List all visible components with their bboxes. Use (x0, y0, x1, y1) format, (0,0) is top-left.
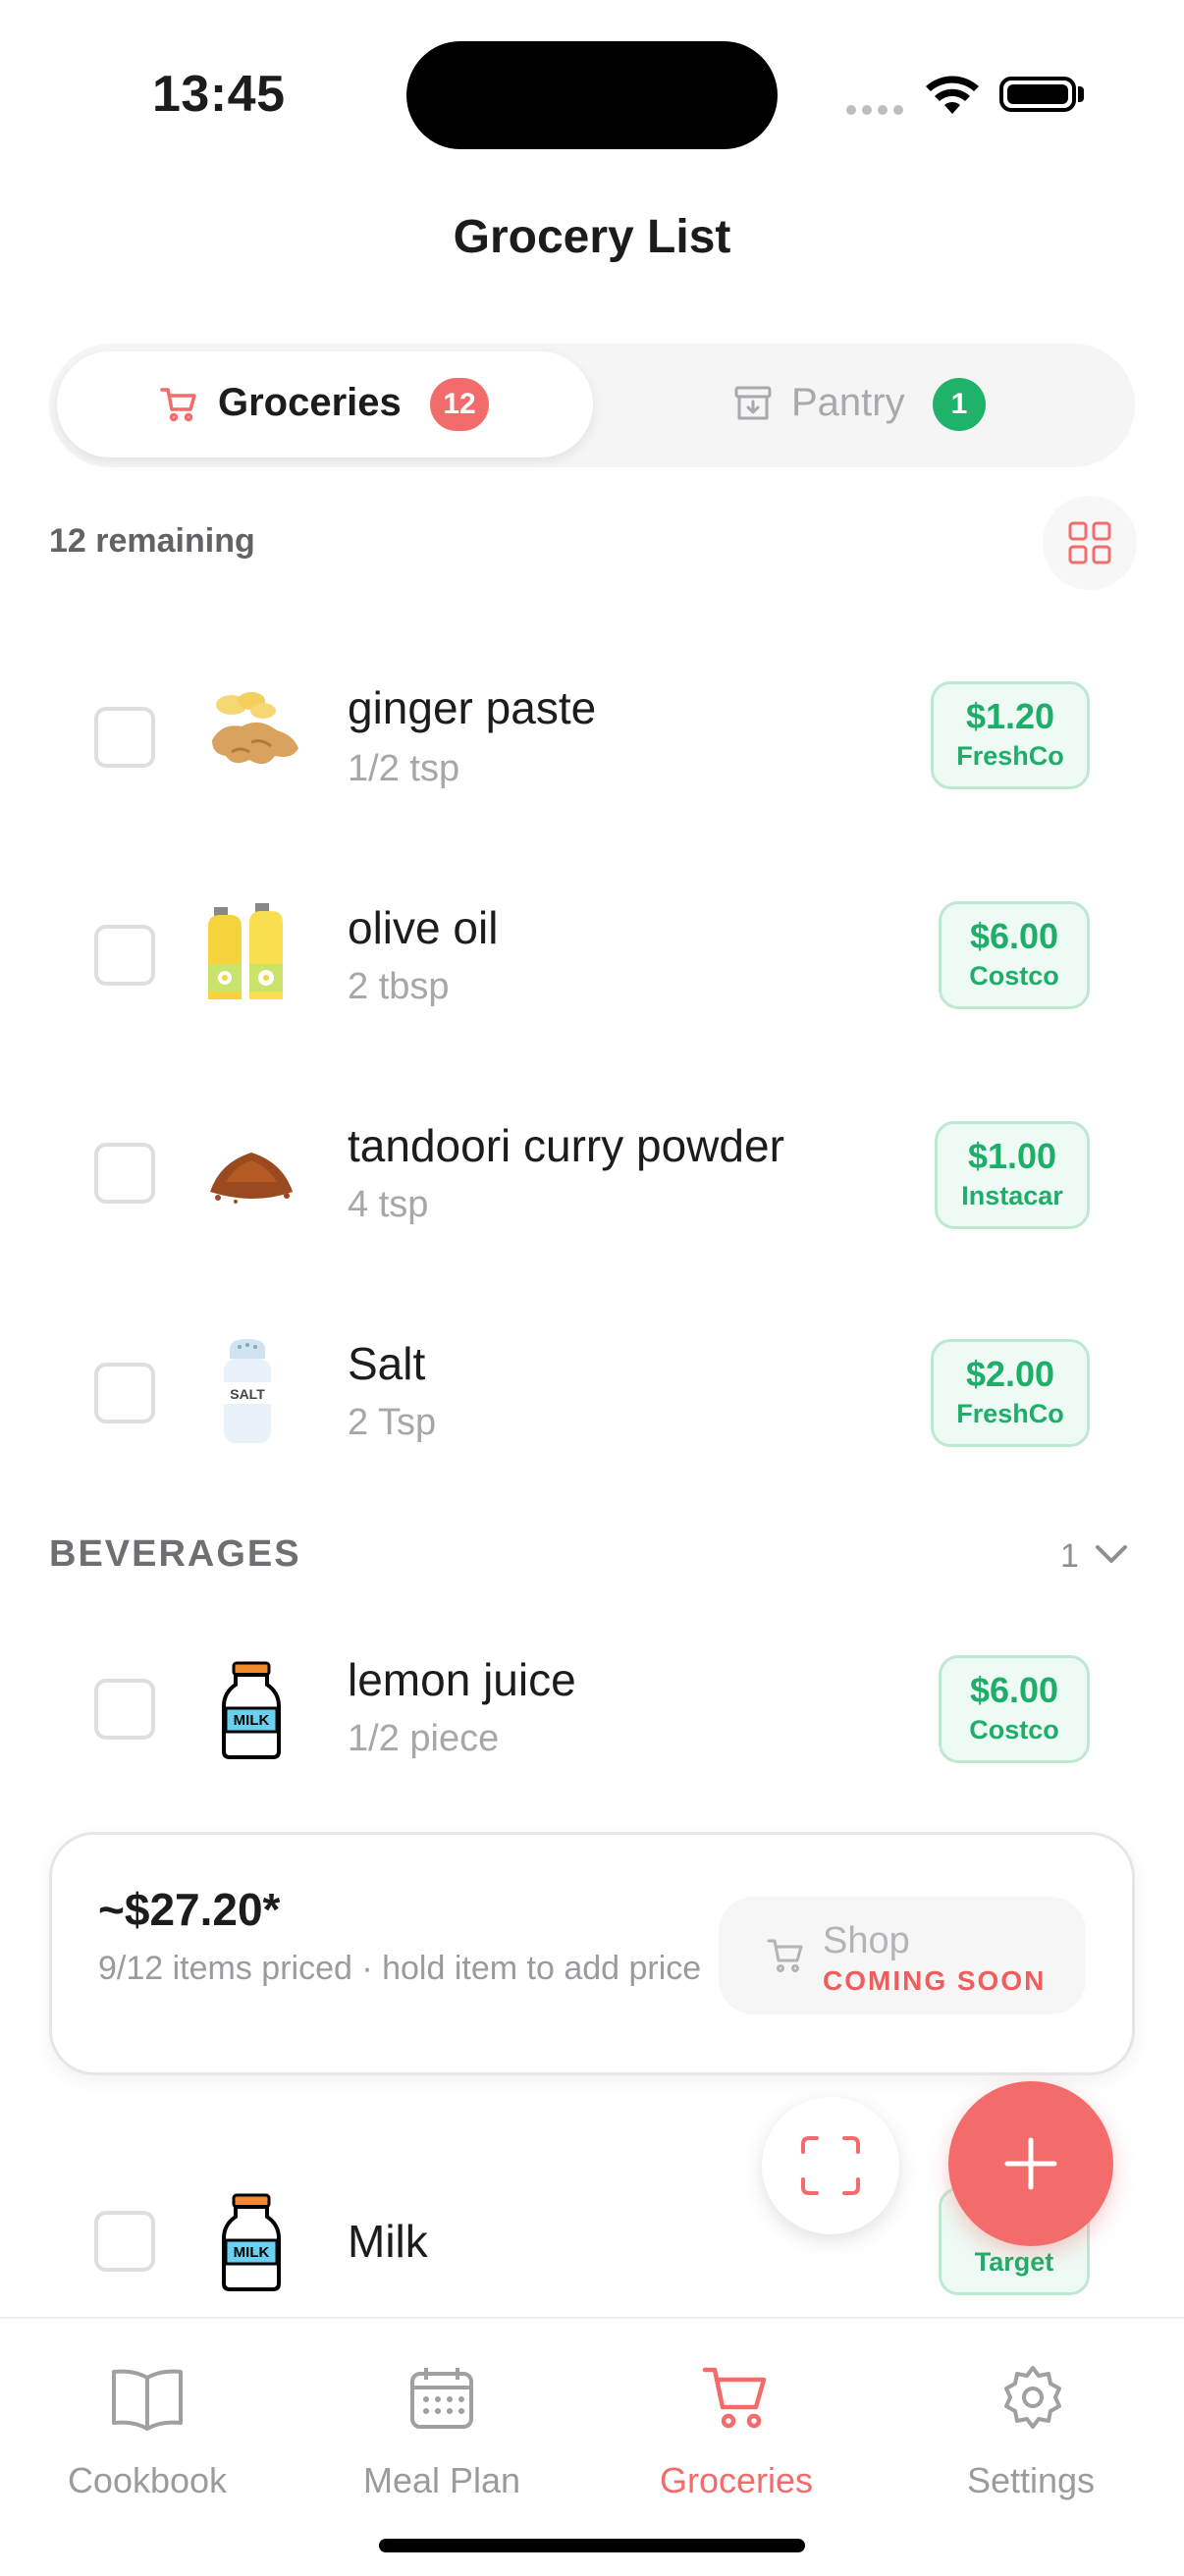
item-name: Milk (348, 2216, 428, 2267)
spice-powder-icon (206, 1139, 296, 1212)
price-value: $2.00 (965, 1354, 1055, 1394)
pricing-note: 9/12 items priced · hold item to add pri… (98, 1950, 702, 1987)
item-name: lemon juice (348, 1654, 576, 1705)
milk-bottle-icon: MILK (222, 1661, 281, 1759)
price-value: $1.20 (965, 696, 1055, 736)
item-name: Salt (348, 1338, 426, 1389)
price-store: Target (974, 2247, 1054, 2277)
wifi-icon (925, 75, 980, 121)
item-quantity: 4 tsp (348, 1184, 429, 1225)
item-quantity: 1/2 tsp (348, 748, 460, 789)
calendar-icon (410, 2368, 473, 2429)
tab-groceries-nav-label: Groceries (659, 2460, 814, 2500)
bottle-label: MILK (233, 2244, 270, 2261)
tab-meal-plan-label: Meal Plan (362, 2460, 521, 2500)
price-store: Costco (969, 1715, 1059, 1744)
cart-icon (159, 385, 198, 429)
price-value: $1.00 (967, 1136, 1057, 1176)
bottle-label: MILK (233, 1712, 270, 1729)
shop-label: Shop (823, 1920, 910, 1961)
coming-soon-label: COMING SOON (823, 1965, 1047, 1996)
item-name: tandoori curry powder (348, 1120, 784, 1171)
tab-pantry[interactable]: Pantry (791, 381, 905, 425)
tab-cookbook[interactable]: Cookbook (0, 2356, 295, 2513)
section-title: BEVERAGES (49, 1533, 301, 1575)
estimated-total: ~$27.20* (98, 1884, 281, 1935)
groceries-count-badge: 12 (430, 378, 489, 431)
battery-cap (1078, 86, 1084, 102)
price-tag[interactable]: $6.00 Costco (939, 1655, 1090, 1763)
tab-groceries-nav[interactable]: Groceries (589, 2356, 884, 2513)
tab-groceries-label: Groceries (218, 381, 402, 424)
section-count: 1 (1060, 1537, 1079, 1575)
item-quantity: 1/2 piece (348, 1718, 500, 1759)
price-store: Instacar (961, 1181, 1063, 1210)
ginger-icon (202, 683, 300, 786)
grid-view-button[interactable] (1043, 496, 1137, 590)
dynamic-island (406, 41, 778, 149)
remaining-count: 12 remaining (49, 522, 255, 560)
book-icon (112, 2369, 183, 2431)
price-tag[interactable]: $1.20 FreshCo (931, 681, 1090, 789)
item-checkbox[interactable] (94, 1679, 155, 1740)
item-checkbox[interactable] (94, 1363, 155, 1423)
price-store: FreshCo (956, 741, 1064, 771)
price-tag[interactable]: $6.00 Costco (939, 901, 1090, 1009)
item-quantity: 2 Tsp (348, 1402, 437, 1443)
item-name: ginger paste (348, 682, 597, 733)
item-name: olive oil (348, 902, 499, 953)
page-title: Grocery List (453, 211, 731, 263)
price-value: $6.00 (969, 916, 1059, 956)
item-quantity: 2 tbsp (348, 966, 450, 1007)
olive-oil-icon (202, 903, 300, 1010)
home-indicator (379, 2539, 805, 2552)
scan-button[interactable] (762, 2097, 899, 2234)
tab-meal-plan[interactable]: Meal Plan (295, 2356, 589, 2513)
salt-shaker-icon: SALT (218, 1339, 277, 1447)
shop-cart-icon (766, 1936, 805, 1980)
gear-icon (1004, 2366, 1061, 2429)
price-store: FreshCo (956, 1399, 1064, 1428)
tab-cookbook-label: Cookbook (67, 2460, 228, 2500)
price-value: $6.00 (969, 1670, 1059, 1710)
add-item-button[interactable] (948, 2081, 1113, 2246)
tab-settings-label: Settings (966, 2460, 1096, 2500)
battery-icon (999, 77, 1076, 112)
item-checkbox[interactable] (94, 1143, 155, 1204)
chevron-down-icon[interactable] (1092, 1539, 1131, 1574)
cart-icon (702, 2367, 767, 2429)
salt-label: SALT (230, 1386, 265, 1402)
pantry-count-badge: 1 (933, 378, 986, 431)
price-tag[interactable]: $2.00 FreshCo (931, 1339, 1090, 1447)
item-checkbox[interactable] (94, 2211, 155, 2272)
item-checkbox[interactable] (94, 707, 155, 768)
status-time: 13:45 (152, 66, 286, 123)
tab-settings[interactable]: Settings (884, 2356, 1178, 2513)
milk-bottle-icon: MILK (222, 2193, 281, 2291)
price-tag[interactable]: $1.00 Instacar (935, 1121, 1090, 1229)
cellular-signal-icon (846, 102, 909, 120)
price-store: Costco (969, 961, 1059, 991)
item-checkbox[interactable] (94, 925, 155, 986)
pantry-box-icon (732, 383, 774, 429)
